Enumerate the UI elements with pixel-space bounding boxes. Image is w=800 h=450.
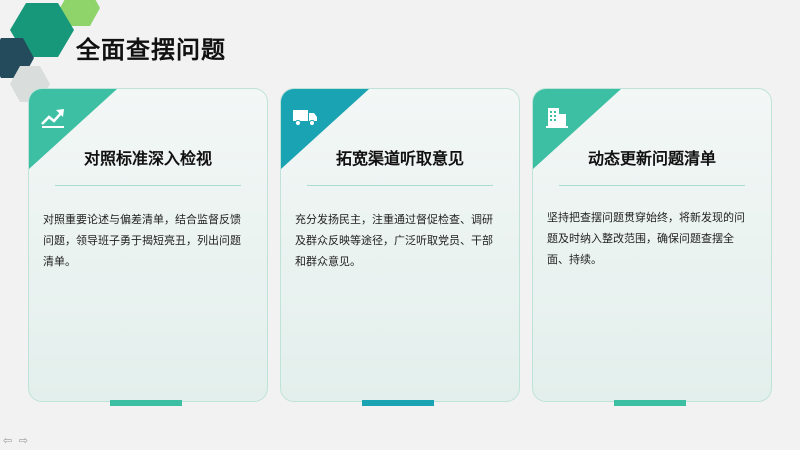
card-body-line: 题及时纳入整改范围，确保问题查摆全 <box>547 232 734 245</box>
trend-up-icon <box>41 109 64 128</box>
card-body: 对照重要论述与偏差清单，结合监督反馈 问题，领导班子勇于揭短亮丑，列出问题 清单… <box>43 209 253 272</box>
card-divider <box>559 185 745 186</box>
card-body-line: 对照重要论述与偏差清单，结合监督反馈 <box>43 213 241 226</box>
card-body: 充分发扬民主，注重通过督促检查、调研 及群众反映等途径，广泛听取党员、干部 和群… <box>295 209 505 272</box>
card-heading: 对照标准深入检视 <box>83 149 212 168</box>
card-divider <box>307 185 493 186</box>
card-body-line: 和群众意见。 <box>295 255 361 268</box>
card-3-bar <box>614 400 686 406</box>
card-heading: 拓宽渠道听取意见 <box>335 149 464 168</box>
card-body: 坚持把查摆问题贯穿始终，将新发现的问 题及时纳入整改范围，确保问题查摆全 面、持… <box>547 207 757 270</box>
card-3: 动态更新问题清单 坚持把查摆问题贯穿始终，将新发现的问 题及时纳入整改范围，确保… <box>532 88 772 402</box>
card-body-line: 面、持续。 <box>547 253 602 266</box>
truck-icon <box>293 110 317 127</box>
card-divider <box>55 185 241 186</box>
arrow-left-icon[interactable]: ⇦ <box>3 434 12 447</box>
slide-nav: ⇦ ⇨ <box>3 434 31 447</box>
card-body-line: 问题，领导班子勇于揭短亮丑，列出问题 <box>43 234 241 247</box>
building-icon <box>546 108 568 128</box>
card-body-line: 充分发扬民主，注重通过督促检查、调研 <box>295 213 493 226</box>
card-body-line: 清单。 <box>43 255 76 268</box>
card-2-bar <box>362 400 434 406</box>
arrow-right-icon[interactable]: ⇨ <box>19 434 28 447</box>
card-1: 对照标准深入检视 对照重要论述与偏差清单，结合监督反馈 问题，领导班子勇于揭短亮… <box>28 88 268 402</box>
card-body-line: 及群众反映等途径，广泛听取党员、干部 <box>295 234 493 247</box>
card-heading: 动态更新问题清单 <box>587 149 716 168</box>
page-title: 全面查摆问题 <box>76 36 226 64</box>
card-body-line: 坚持把查摆问题贯穿始终，将新发现的问 <box>547 211 745 224</box>
card-1-bar <box>110 400 182 406</box>
card-2: 拓宽渠道听取意见 充分发扬民主，注重通过督促检查、调研 及群众反映等途径，广泛听… <box>280 88 520 402</box>
